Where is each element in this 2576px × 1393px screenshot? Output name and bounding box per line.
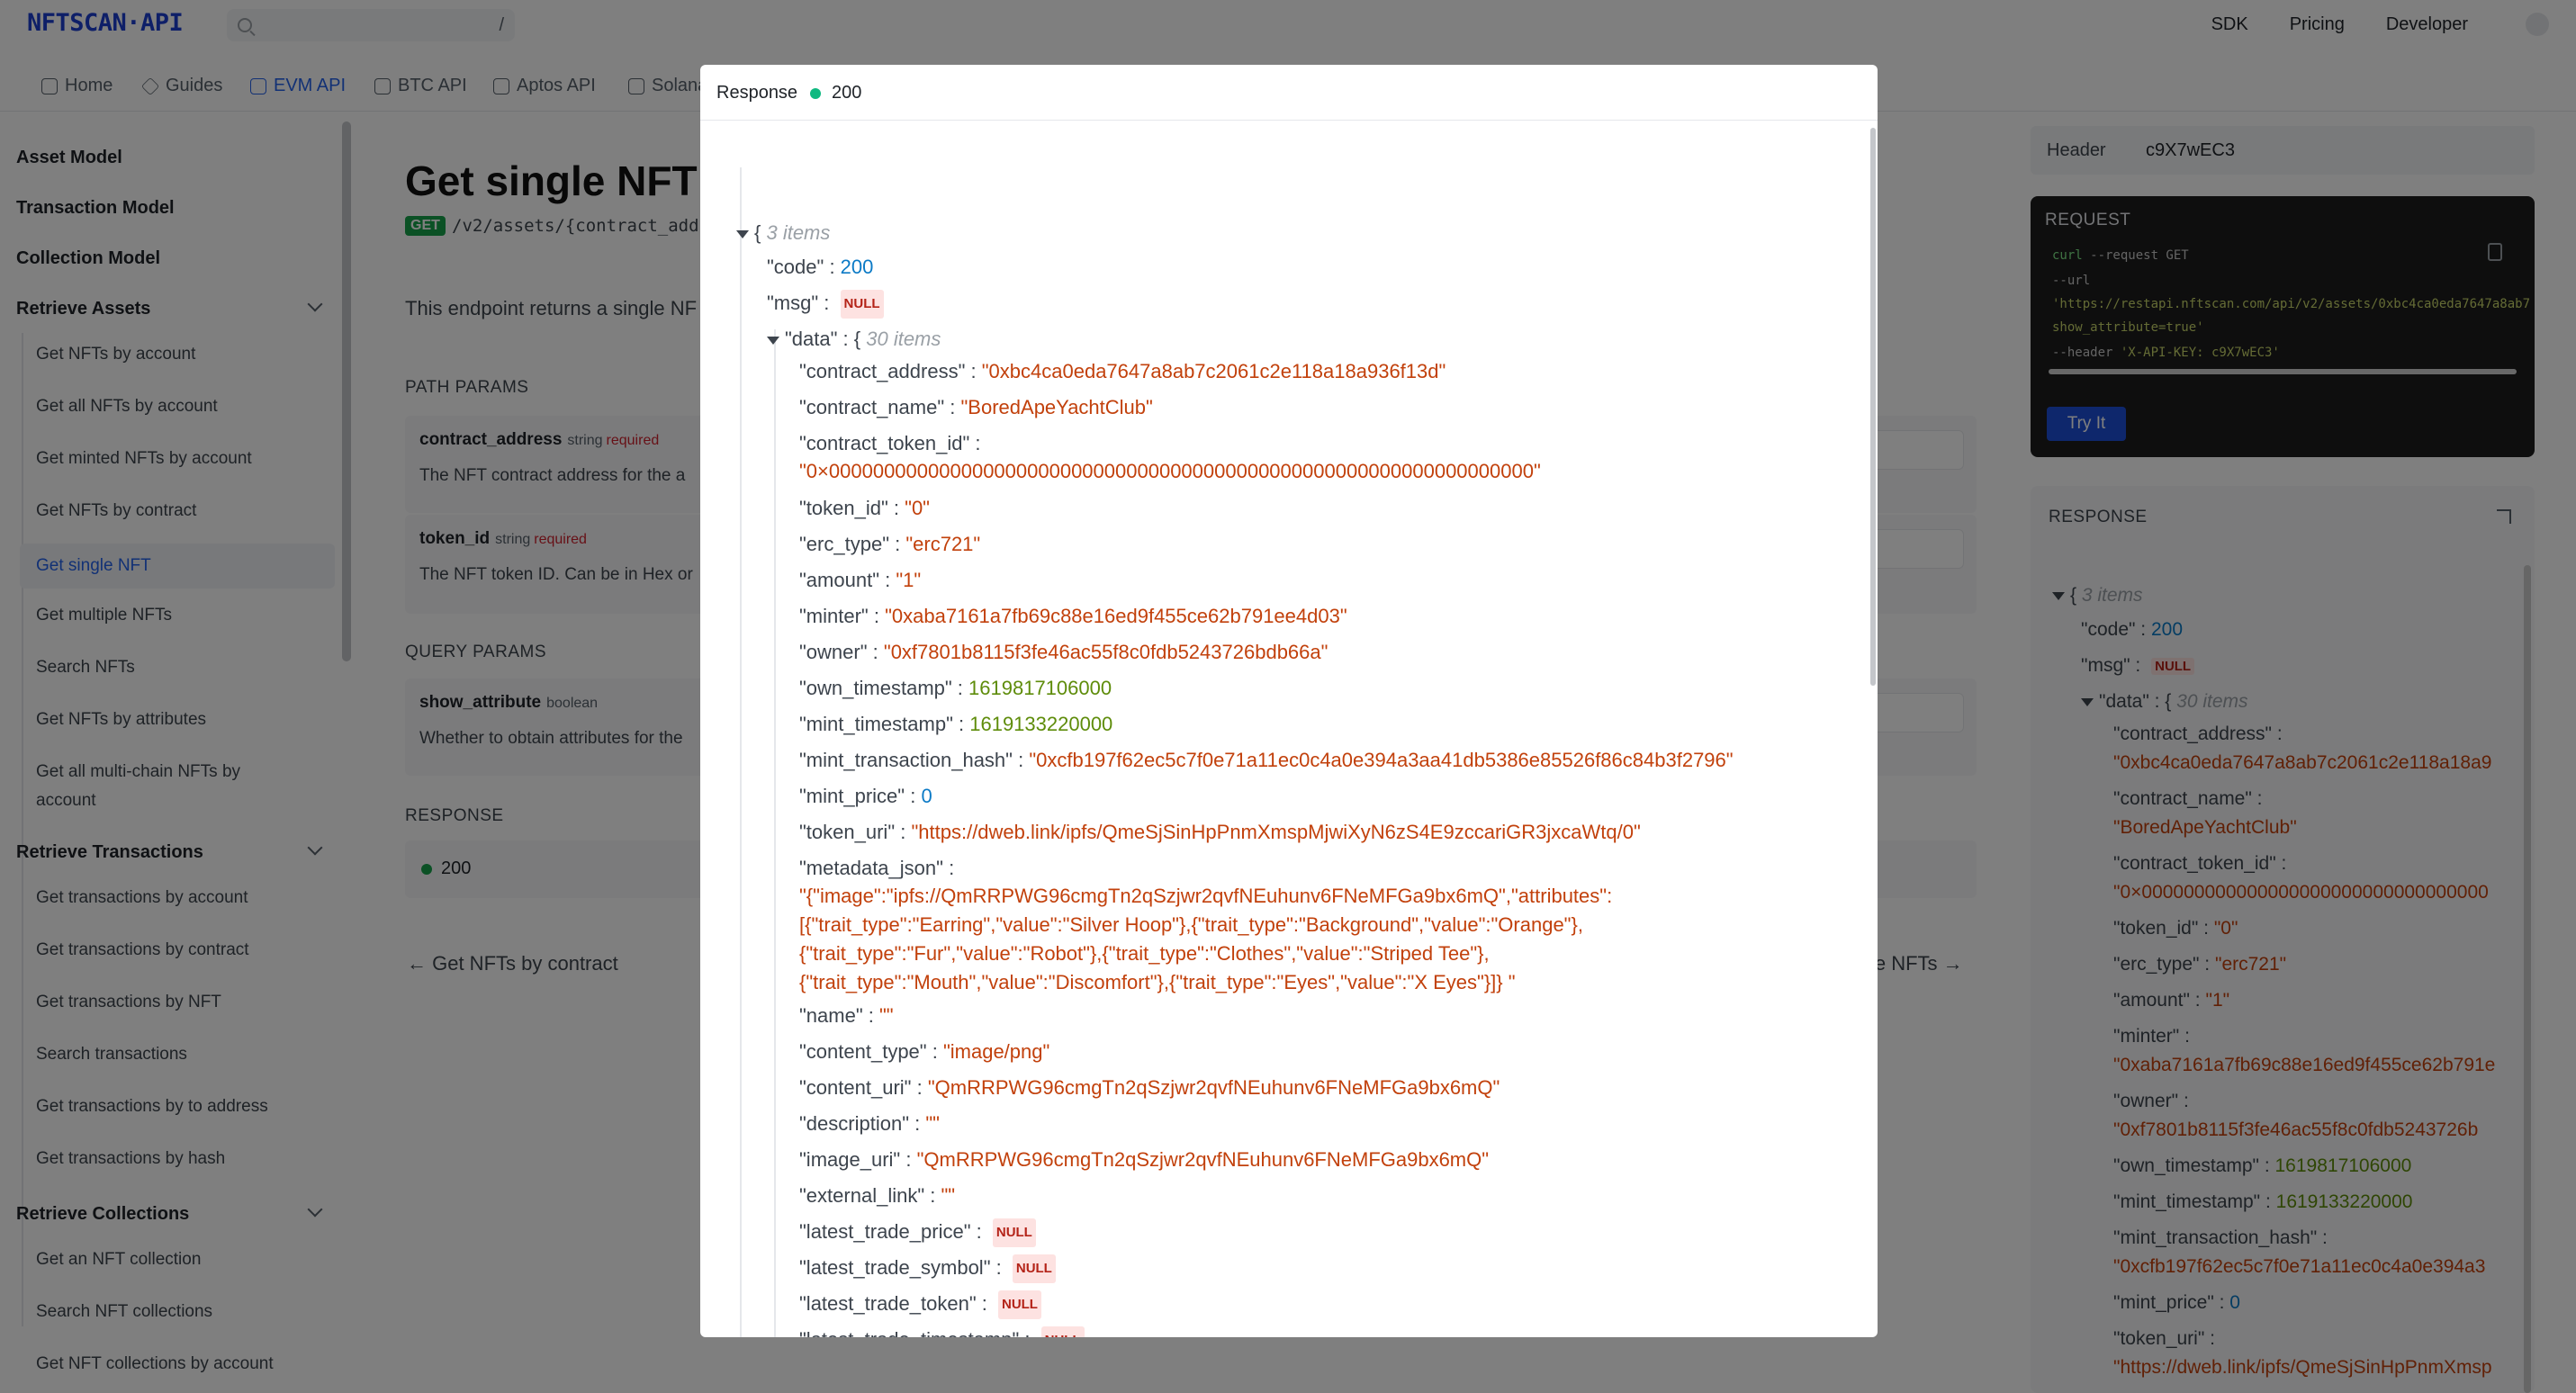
modal-header: Response 200: [700, 65, 1878, 121]
modal-title: Response: [716, 83, 798, 103]
json-field: "erc_type" : "erc721": [799, 533, 981, 555]
json-field: "contract_token_id" : "0×000000000000000…: [799, 432, 1541, 482]
modal-json-viewer: { 3 items "code" : 200 "msg" : NULL "dat…: [700, 121, 1878, 1337]
json-field: "image_uri" : "QmRRPWG96cmgTn2qSzjwr2qvf…: [799, 1148, 1490, 1171]
json-field: "minter" : "0xaba7161a7fb69c88e16ed9f455…: [799, 605, 1347, 627]
json-field: "name" : "": [799, 1004, 894, 1027]
caret-down-icon: [736, 229, 749, 238]
json-field: "owner" : "0xf7801b8115f3fe46ac55f8c0fdb…: [799, 641, 1329, 663]
json-field: "contract_address" : "0xbc4ca0eda7647a8a…: [799, 360, 1446, 382]
json-field: "amount" : "1": [799, 569, 922, 591]
json-field: "own_timestamp" : 1619817106000: [799, 677, 1112, 699]
json-field: "content_type" : "image/png": [799, 1040, 1050, 1063]
json-field: "external_link" : "": [799, 1184, 956, 1207]
json-field: "contract_name" : "BoredApeYachtClub": [799, 396, 1153, 418]
modal-status-code: 200: [832, 83, 862, 103]
tree-guide: [774, 329, 776, 1337]
json-field: "mint_transaction_hash" : "0xcfb197f62ec…: [799, 749, 1734, 771]
json-field: "content_uri" : "QmRRPWG96cmgTn2qSzjwr2q…: [799, 1076, 1500, 1099]
json-field: "description" : "": [799, 1112, 940, 1135]
json-field: "latest_trade_symbol" : NULL: [799, 1254, 1056, 1284]
json-field: "token_id" : "0": [799, 497, 930, 519]
json-line-msg: "msg" : NULL: [767, 290, 884, 319]
json-field: "latest_trade_token" : NULL: [799, 1290, 1041, 1320]
json-field: "latest_trade_price" : NULL: [799, 1218, 1036, 1248]
status-dot: [810, 88, 821, 99]
json-field: "latest_trade_timestamp" : NULL: [799, 1326, 1085, 1337]
modal-scrollbar[interactable]: [1870, 128, 1876, 686]
json-line-code: "code" : 200: [767, 256, 874, 278]
json-field: "mint_price" : 0: [799, 785, 932, 807]
json-data-node[interactable]: "data" : { 30 items: [767, 326, 941, 353]
json-field: "metadata_json" : "{"image":"ipfs://QmRR…: [799, 857, 1613, 993]
json-field: "mint_timestamp" : 1619133220000: [799, 713, 1113, 735]
tree-guide: [740, 167, 742, 1337]
json-field: "token_uri" : "https://dweb.link/ipfs/Qm…: [799, 821, 1641, 843]
json-root[interactable]: { 3 items: [736, 220, 830, 247]
response-modal: Response 200 { 3 items "code" : 200 "msg…: [700, 65, 1878, 1337]
caret-down-icon: [767, 336, 779, 345]
